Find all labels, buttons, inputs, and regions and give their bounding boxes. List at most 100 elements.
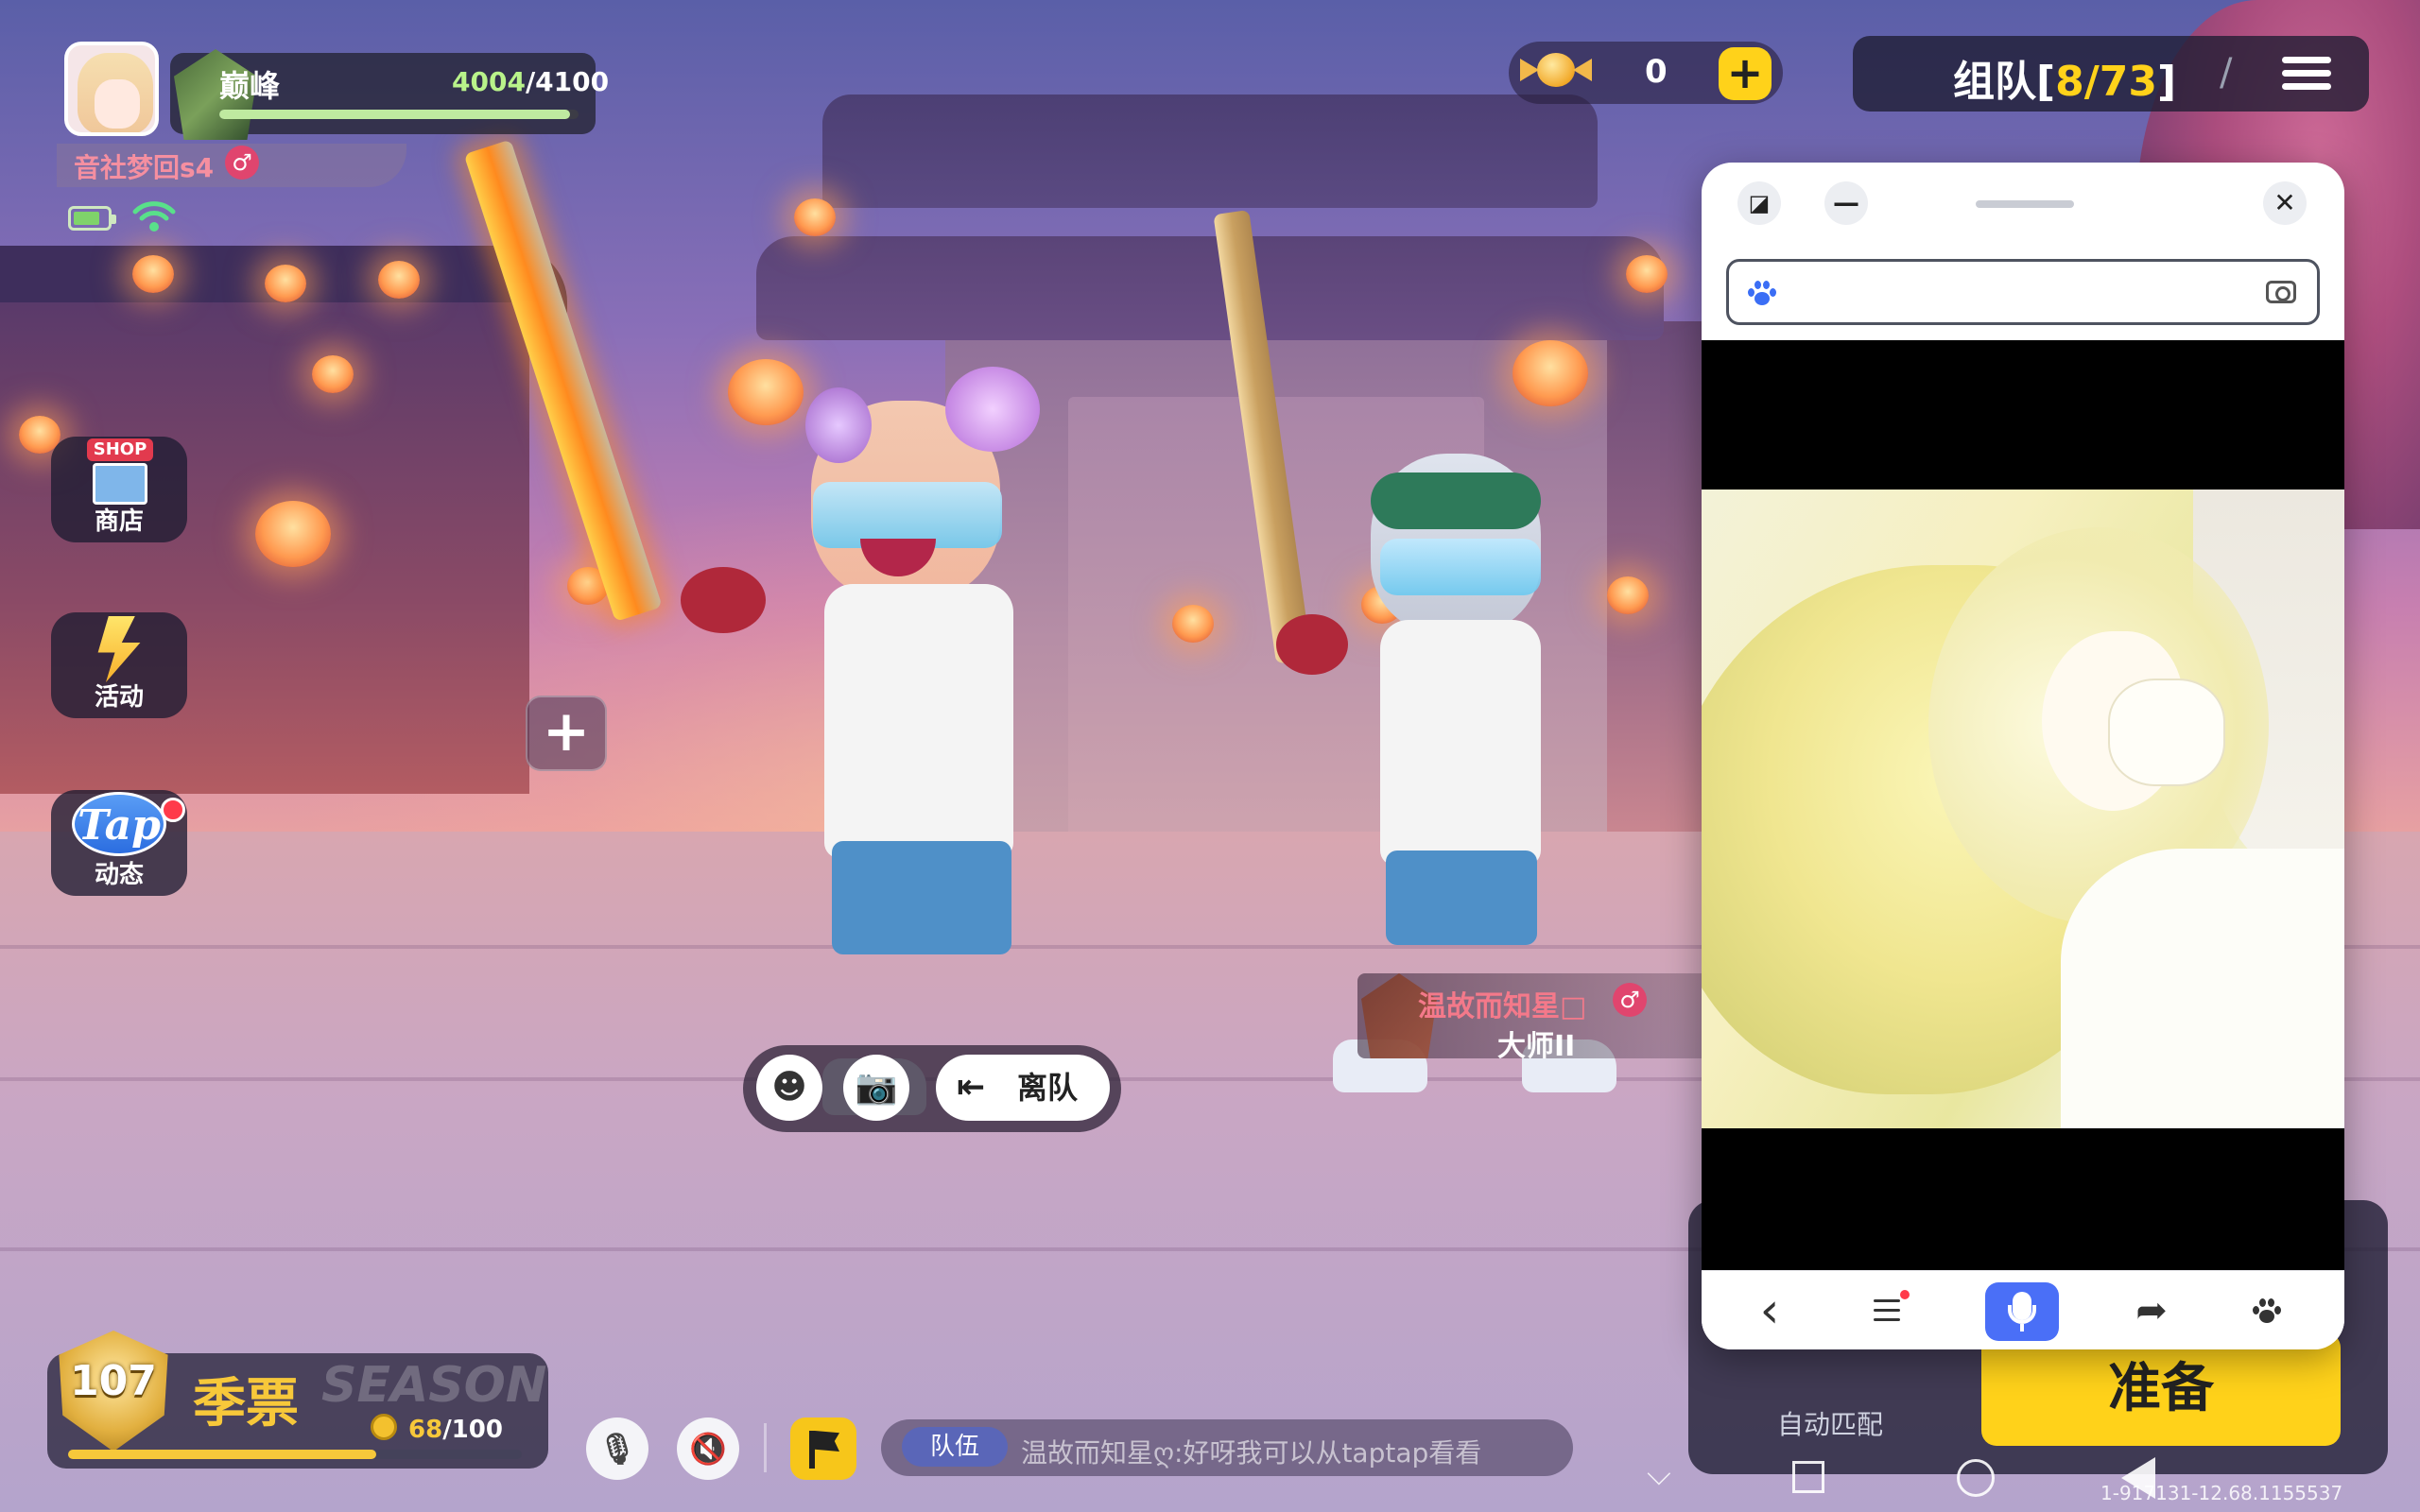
rank-name: 巅峰 [219,68,281,104]
tap-feed-button[interactable]: Tap 动态 [51,790,187,896]
mute-mic-button[interactable]: 🎙 [586,1418,648,1480]
emote-button[interactable]: ☻ [756,1055,822,1121]
background-gate-roof-upper [822,94,1598,208]
lantern [255,501,331,567]
camera-button[interactable]: 📷 [843,1055,909,1121]
xp-max: /4100 [525,66,610,97]
baidu-paw-icon [1748,279,1776,307]
letterbox-bottom [1702,1128,2344,1270]
chat-channel-tag[interactable]: 队伍 [902,1427,1008,1467]
lightning-icon [97,616,141,682]
home-icon[interactable] [1957,1459,1995,1497]
season-title: 季票 [193,1373,299,1435]
mic-stand [2008,1305,2036,1324]
candy-body [1537,53,1575,87]
tap-logo-icon: Tap [72,792,166,856]
character-visor [1380,539,1541,595]
chat-message: 温故而知星ღ:好呀我可以从taptap看看 [1021,1437,1482,1469]
wifi-icon-svg [132,201,176,232]
back-chevron-icon[interactable]: ‹ [1743,1284,1796,1337]
team-suffix: ] [2157,58,2177,106]
player-name: 音社梦回s4 [74,152,215,183]
leave-team-button[interactable]: ⇤ 离队 [936,1055,1110,1121]
season-watermark: SEASON [321,1357,547,1414]
baidu-home-icon[interactable] [2240,1284,2293,1337]
lantern [378,261,420,299]
hair-flower [945,367,1040,452]
floating-browser-window[interactable]: ◪ — ✕ ‹ ➦ [1702,163,2344,1349]
baidu-paw-icon [2253,1297,2281,1325]
resize-icon[interactable]: ◪ [1737,181,1781,225]
background-gate-roof-lower [756,236,1664,340]
character-shirt [824,584,1013,858]
player-character[interactable] [463,139,1115,1134]
teammate-name: 温故而知星□ [1418,990,1587,1023]
letterbox-top [1702,340,2344,490]
notification-dot [161,798,185,822]
season-progress-max: /100 [442,1416,503,1444]
character-shirt [1380,620,1541,866]
flag-pole [809,1431,815,1469]
tap-feed-label: 动态 [94,861,144,889]
lantern [1626,255,1668,293]
camera-search-icon[interactable] [2266,281,2296,303]
events-label: 活动 [94,683,144,712]
add-teammate-slot[interactable]: + [526,696,607,771]
hair-flower [805,387,872,463]
team-prefix: 组队[ [1953,58,2056,106]
hamburger-menu-icon[interactable] [2282,57,2331,91]
candy-wrap-right [1573,59,1592,81]
season-level: 107 [70,1357,157,1405]
events-button[interactable]: 活动 [51,612,187,718]
character-shorts [1386,850,1537,945]
xp-fill [219,110,571,119]
sword-guard [681,567,766,633]
season-progress-fill [68,1450,377,1459]
collapse-chevron-icon[interactable]: ⌵ [1647,1455,1671,1493]
lantern [312,355,354,393]
lantern [132,255,174,293]
avatar-face [95,79,140,129]
menu-list-icon[interactable] [1860,1284,1913,1337]
list-lines [1874,1299,1900,1328]
team-count: 组队[8/73] [1953,47,2176,108]
voice-search-button[interactable] [1985,1282,2059,1341]
shop-house-icon [93,463,147,505]
mute-speaker-button[interactable]: 🔇 [677,1418,739,1480]
ready-button[interactable]: 准备 [1981,1332,2341,1446]
auto-match-button[interactable]: 自动匹配 [1777,1404,1883,1442]
lantern [265,265,306,302]
leave-label: 离队 [1017,1070,1079,1106]
shop-button[interactable]: SHOP 商店 [51,437,187,542]
lantern [1512,340,1588,406]
candy-icon [1520,43,1592,98]
build-number: 1-917131-12.68.1155537 [2100,1482,2343,1504]
image-cloth [2061,849,2344,1132]
shop-label: 商店 [94,507,144,536]
candy-wrap-left [1520,59,1539,81]
drag-handle[interactable] [1976,200,2074,208]
mic-off-icon: 🎙 [597,1431,637,1467]
battery-icon [68,206,116,231]
season-coin-icon [371,1414,397,1440]
xp-readout: 4004/4100 [452,66,609,97]
shop-sign: SHOP [87,438,153,461]
search-input[interactable] [1726,259,2320,325]
team-divider: / [2220,51,2233,94]
close-icon[interactable]: ✕ [2263,181,2307,225]
recent-apps-icon[interactable] [1792,1461,1824,1493]
share-icon[interactable]: ➦ [2125,1284,2178,1337]
leave-icon: ⇤ [957,1068,986,1107]
mic-leg [2020,1324,2024,1332]
add-currency-button[interactable]: + [1719,47,1772,100]
player-avatar[interactable] [64,42,159,136]
shop-icon: SHOP [83,438,157,507]
speaker-off-icon: 🔇 [689,1431,727,1467]
male-gender-icon: ♂ [225,146,259,180]
minimize-icon[interactable]: — [1824,181,1868,225]
flag-button[interactable] [790,1418,856,1480]
character-goggles [1371,472,1541,529]
image-hand [2108,679,2225,786]
lantern [1172,605,1214,643]
season-progress: 68/100 [408,1416,503,1444]
